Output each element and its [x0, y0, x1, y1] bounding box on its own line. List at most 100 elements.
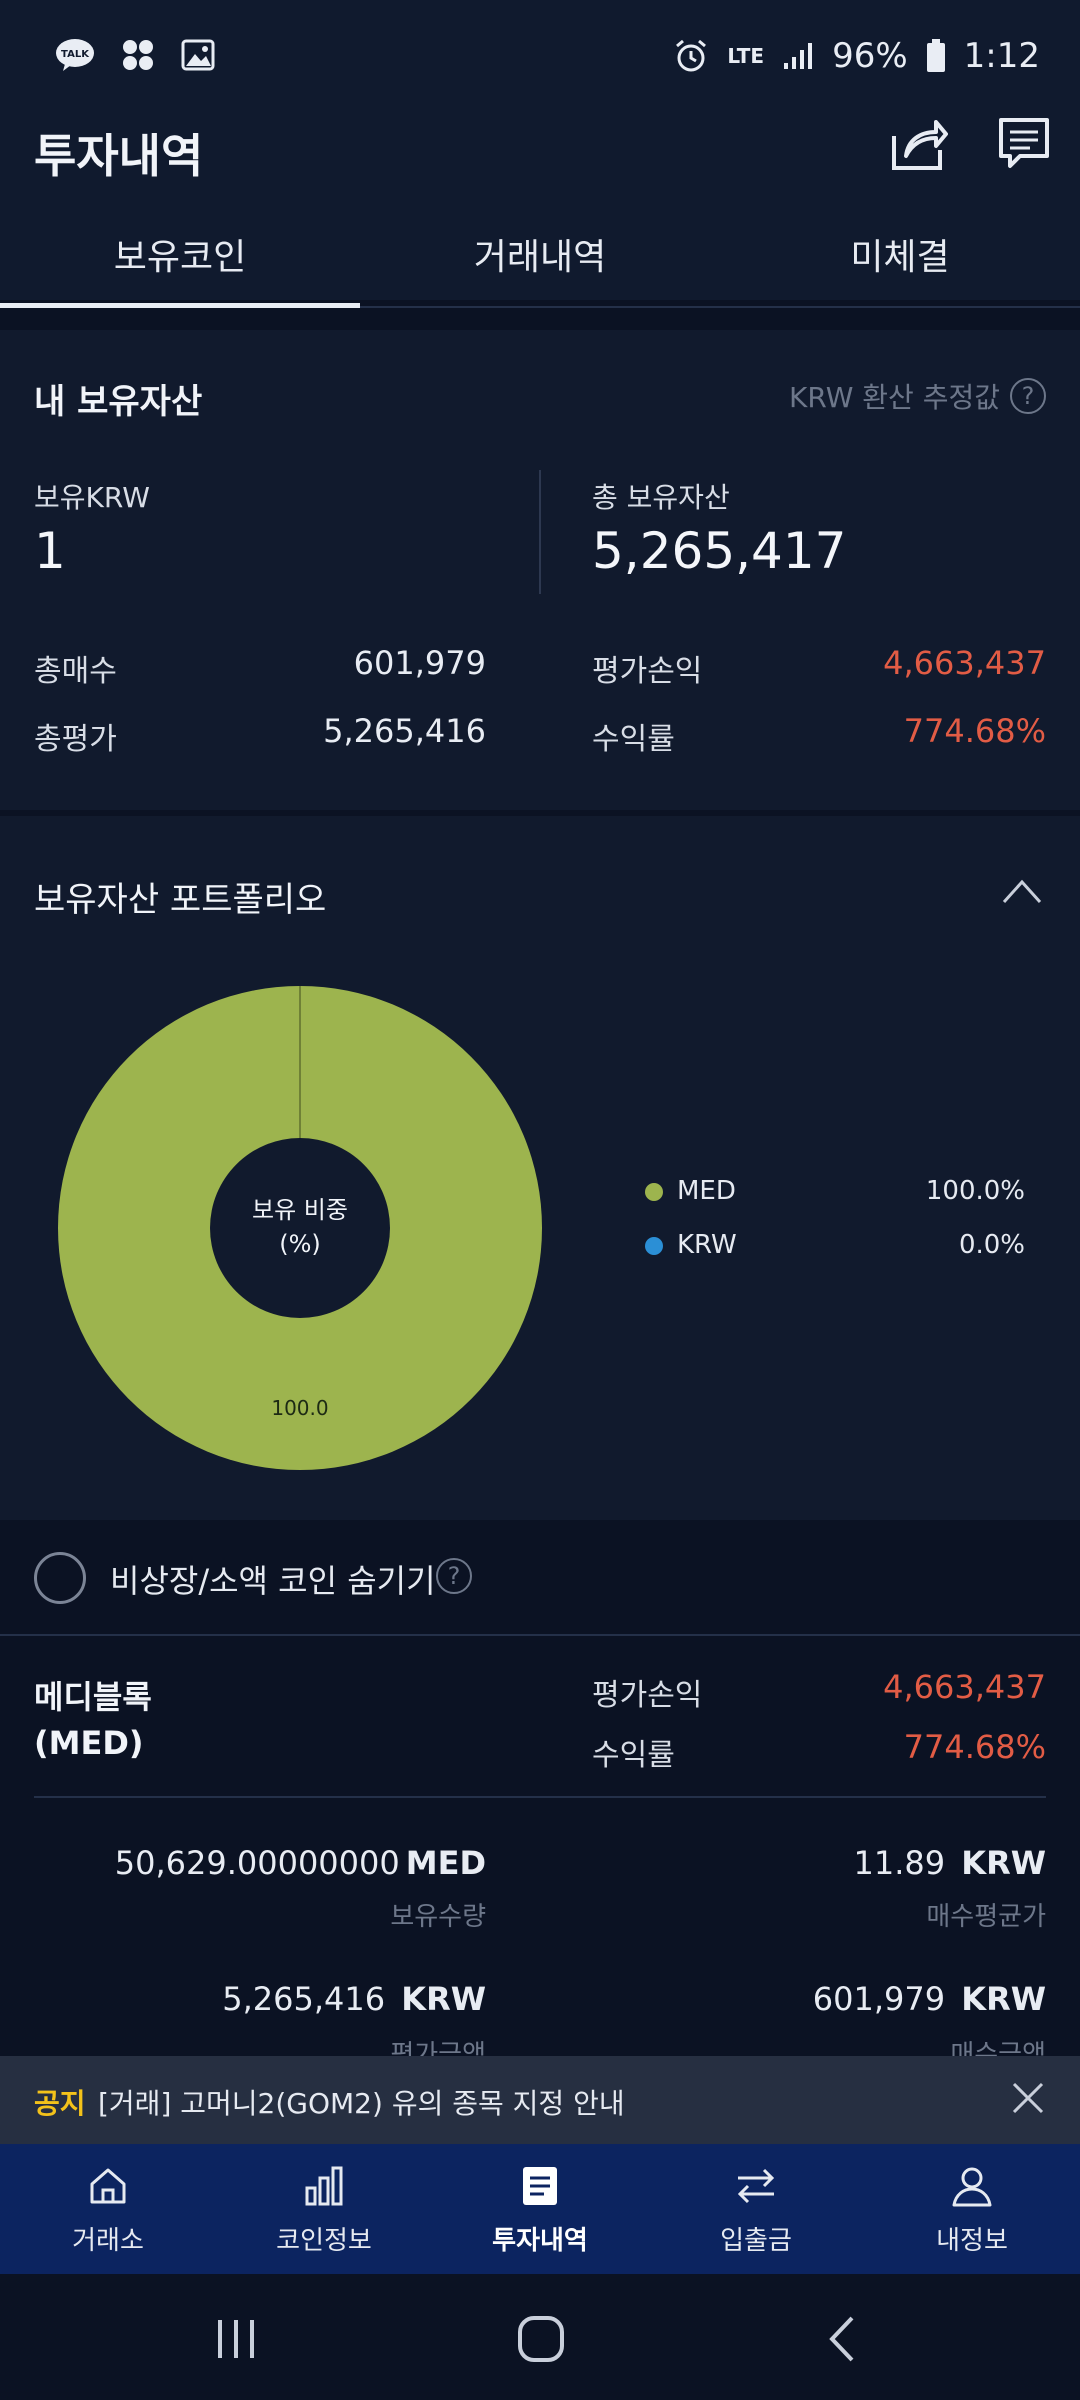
donut-center-unit: (%) [279, 1230, 321, 1258]
status-bar: TALK LTE 96% 1:12 [0, 0, 1080, 120]
share-icon[interactable] [890, 116, 948, 172]
buy-amount-unit: KRW [961, 1980, 1046, 2018]
home-icon [90, 2168, 126, 2204]
holding-return-label: 수익률 [592, 1738, 675, 1773]
nav-my-info-label: 내정보 [936, 2226, 1008, 2256]
battery-icon [926, 39, 945, 72]
bar-chart-icon [305, 2166, 343, 2206]
legend-label-krw: KRW [677, 1230, 737, 1260]
nav-investment-history-label: 투자내역 [492, 2226, 588, 2256]
total-assets-value: 5,265,417 [592, 522, 847, 580]
talk-icon: TALK [56, 39, 94, 71]
portfolio-section: 보유자산 포트폴리오 보유 비중 (%) 100.0 MED 100.0% KR… [0, 816, 1080, 1520]
help-icon[interactable]: ? [1010, 378, 1046, 414]
chevron-up-icon[interactable] [1002, 878, 1042, 904]
status-left-icons: TALK [55, 38, 215, 72]
tab-holdings[interactable]: 보유코인 [0, 218, 360, 308]
legend-dot-med [645, 1182, 663, 1201]
battery-percent: 96% [832, 36, 908, 76]
transfer-icon [737, 2168, 775, 2204]
divider [34, 1796, 1046, 1798]
nav-coin-info[interactable]: 코인정보 [216, 2144, 432, 2274]
my-assets-title: 내 보유자산 [34, 382, 203, 422]
total-buy-label: 총매수 [34, 654, 117, 689]
system-nav-bar [0, 2274, 1080, 2400]
eval-amount-number: 5,265,416 [222, 1980, 386, 2018]
avg-price-label: 매수평균가 [926, 1902, 1046, 1932]
avg-price-unit: KRW [961, 1844, 1046, 1882]
bottom-nav: 거래소 코인정보 투자내역 입출금 내정보 [0, 2144, 1080, 2274]
nav-my-info[interactable]: 내정보 [864, 2144, 1080, 2274]
alarm-icon [676, 39, 707, 72]
held-krw-label: 보유KRW [34, 481, 150, 514]
pnl-value: 4,663,437 [883, 644, 1046, 682]
tab-trade-history[interactable]: 거래내역 [360, 218, 720, 306]
coin-symbol: (MED) [34, 1724, 144, 1762]
nav-deposit-withdraw-label: 입출금 [720, 2226, 792, 2256]
document-icon [523, 2167, 557, 2205]
eval-amount-unit: KRW [401, 1980, 486, 2018]
avg-price-value: 11.89 KRW [853, 1844, 1046, 1882]
holding-card[interactable]: 메디블록 (MED) 평가손익 4,663,437 수익률 774.68% 50… [0, 1638, 1080, 2070]
return-label: 수익률 [592, 722, 675, 757]
pnl-label: 평가손익 [592, 654, 703, 689]
slice-value-label: 100.0 [271, 1396, 328, 1420]
hide-small-coins-radio[interactable] [34, 1552, 86, 1604]
total-assets-label: 총 보유자산 [592, 481, 730, 514]
held-krw-value: 1 [34, 522, 66, 580]
recent-apps-icon[interactable] [214, 2316, 258, 2362]
legend-value-med: 100.0% [925, 1176, 1025, 1206]
chat-icon[interactable] [998, 116, 1050, 172]
legend-label-med: MED [677, 1176, 736, 1206]
avg-price-number: 11.89 [853, 1844, 946, 1882]
legend-value-krw: 0.0% [958, 1230, 1025, 1260]
total-eval-value: 5,265,416 [323, 712, 486, 750]
user-icon [952, 2167, 992, 2207]
quantity-unit: MED [405, 1844, 486, 1882]
app-bar-actions [890, 116, 1050, 172]
home-button-icon[interactable] [516, 2314, 566, 2364]
signal-icon [784, 43, 813, 69]
back-icon[interactable] [826, 2314, 856, 2364]
legend-item-med: MED [645, 1176, 736, 1206]
krw-estimate-note[interactable]: KRW 환산 추정값 ? [789, 376, 1046, 416]
holding-pnl-value: 4,663,437 [883, 1668, 1046, 1706]
quantity-number: 50,629.00000000 [114, 1844, 400, 1882]
app-bar: 투자내역 보유코인 거래내역 미체결 [0, 118, 1080, 308]
quantity-label: 보유수량 [390, 1902, 486, 1932]
nav-investment-history[interactable]: 투자내역 [432, 2144, 648, 2274]
help-icon[interactable]: ? [436, 1558, 472, 1594]
divider [539, 470, 541, 594]
legend-dot-krw [645, 1236, 663, 1255]
return-value: 774.68% [903, 712, 1046, 750]
page-title: 투자내역 [34, 129, 204, 183]
nav-deposit-withdraw[interactable]: 입출금 [648, 2144, 864, 2274]
hide-small-coins-row[interactable]: 비상장/소액 코인 숨기기 ? [0, 1520, 1080, 1636]
tab-open-orders[interactable]: 미체결 [720, 218, 1080, 306]
apps-icon [123, 40, 153, 70]
donut-hole [210, 1138, 390, 1318]
hide-small-coins-label: 비상장/소액 코인 숨기기 [110, 1562, 436, 1600]
nav-exchange[interactable]: 거래소 [0, 2144, 216, 2274]
total-eval-label: 총평가 [34, 722, 117, 757]
buy-amount-number: 601,979 [812, 1980, 946, 2018]
eval-amount-value: 5,265,416 KRW [222, 1980, 486, 2018]
notice-banner[interactable]: 공지 [거래] 고머니2(GOM2) 유의 종목 지정 안내 [0, 2056, 1080, 2144]
svg-text:TALK: TALK [61, 49, 90, 60]
close-icon[interactable] [1006, 2076, 1050, 2120]
status-right: LTE 96% 1:12 [673, 36, 1040, 76]
donut-center-label: 보유 비중 [252, 1196, 348, 1224]
notice-text[interactable]: [거래] 고머니2(GOM2) 유의 종목 지정 안내 [98, 2082, 625, 2122]
nav-coin-info-label: 코인정보 [276, 2226, 372, 2256]
buy-amount-value: 601,979 KRW [813, 1980, 1046, 2018]
holding-pnl-label: 평가손익 [592, 1678, 703, 1713]
quantity-value: 50,629.00000000 MED [115, 1844, 486, 1882]
portfolio-donut-chart: 보유 비중 (%) 100.0 [58, 986, 542, 1470]
portfolio-title: 보유자산 포트폴리오 [34, 880, 327, 920]
total-buy-value: 601,979 [353, 644, 486, 682]
clock: 1:12 [963, 36, 1040, 76]
image-icon [181, 39, 215, 71]
network-label: LTE [727, 44, 765, 68]
coin-name: 메디블록 (MED) [34, 1674, 152, 1766]
krw-estimate-label: KRW 환산 추정값 [789, 381, 1000, 414]
